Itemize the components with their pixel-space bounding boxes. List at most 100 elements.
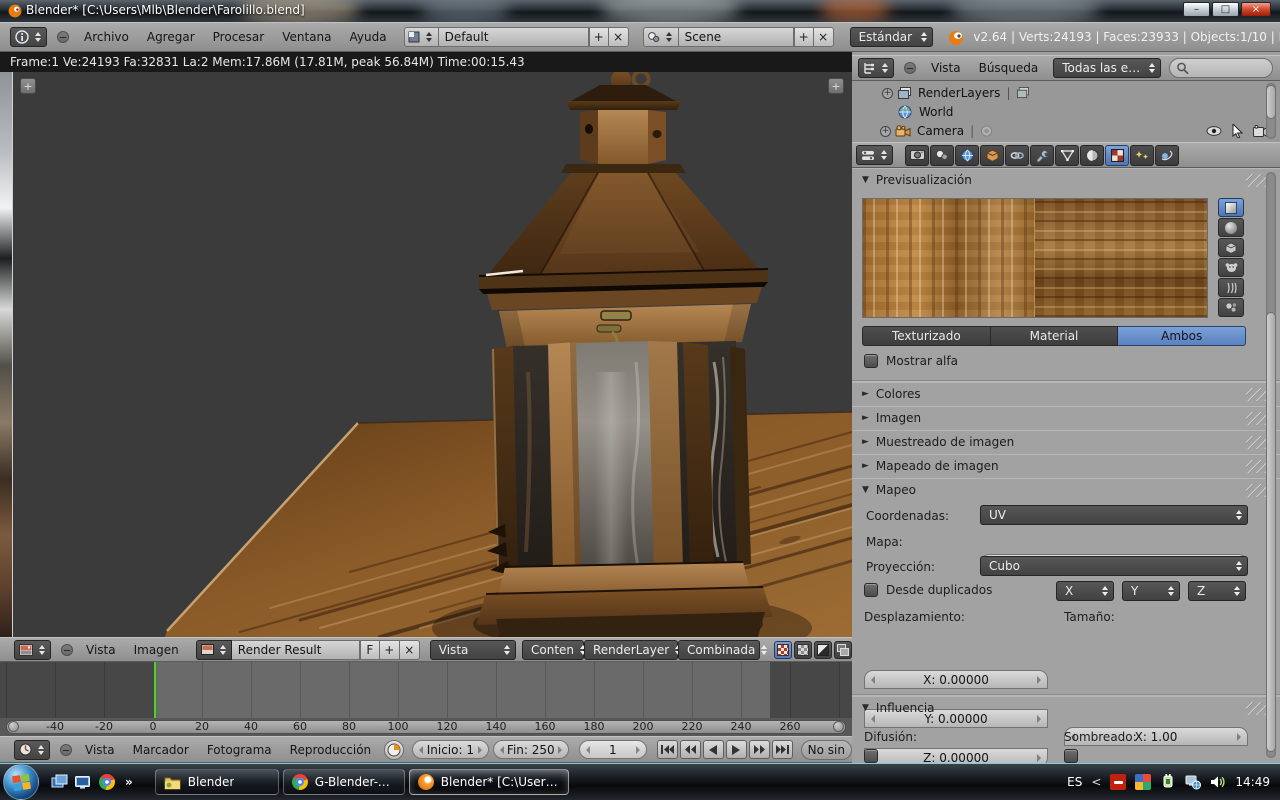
draw-zbuffer-toggle[interactable] (814, 641, 832, 659)
menu-reproduccion[interactable]: Reproducción (281, 743, 381, 757)
outliner-scope-dropdown[interactable]: Todas las escena (1053, 58, 1161, 78)
collapse-menus-button[interactable] (61, 644, 73, 656)
tab-texture-active[interactable] (1105, 145, 1129, 166)
tray-expand-chevron[interactable]: < (1091, 775, 1101, 789)
current-frame-marker[interactable] (154, 662, 156, 718)
preview-monkey-button[interactable] (1218, 258, 1244, 277)
panel-header-imagen[interactable]: ► Imagen (852, 406, 1280, 429)
region-add-button-right[interactable]: + (828, 78, 844, 94)
previous-keyframe-button[interactable] (680, 740, 701, 759)
tab-world[interactable] (955, 145, 979, 166)
ambiente-checkbox[interactable] (1064, 749, 1078, 763)
menu-ayuda[interactable]: Ayuda (341, 30, 396, 44)
panel-header-mapeado[interactable]: ► Mapeado de imagen (852, 454, 1280, 477)
image-browse-button[interactable] (196, 640, 232, 660)
axis-z-dropdown[interactable]: Z (1188, 581, 1246, 601)
image-unlink-button[interactable]: × (400, 640, 420, 660)
preview-hair-button[interactable] (1218, 278, 1244, 297)
render-engine-dropdown[interactable]: Estándar (850, 27, 934, 47)
region-add-button-left[interactable]: + (20, 78, 36, 94)
menu-vista[interactable]: Vista (922, 61, 970, 75)
renderlayer-dropdown[interactable]: RenderLayer (584, 640, 678, 660)
layout-delete-button[interactable]: × (609, 27, 629, 47)
tab-particles[interactable] (1130, 145, 1154, 166)
maximize-button[interactable]: □ (1212, 2, 1239, 17)
current-frame-field[interactable]: 1 (579, 740, 647, 759)
panel-header-influencia[interactable]: ▼ Influencia (852, 696, 1280, 719)
panel-header-colores[interactable]: ► Colores (852, 382, 1280, 405)
start-frame-field[interactable]: Inicio: 1 (412, 740, 488, 759)
tab-physics[interactable] (1155, 145, 1179, 166)
menu-marcador[interactable]: Marcador (124, 743, 198, 757)
play-button[interactable] (726, 740, 747, 759)
tab-object[interactable] (980, 145, 1004, 166)
menu-archivo[interactable]: Archivo (75, 30, 138, 44)
scene-name-field[interactable]: Scene (679, 27, 794, 47)
image-new-button[interactable]: + (380, 640, 400, 660)
draw-image-toggle[interactable] (774, 641, 792, 659)
tab-constraints[interactable] (1005, 145, 1029, 166)
ati-tray-icon[interactable] (1110, 774, 1126, 790)
scene-browse-button[interactable] (643, 27, 679, 47)
scrollbar-thumb[interactable] (1266, 85, 1276, 119)
layout-browse-button[interactable] (404, 27, 439, 47)
preview-range-clock-button[interactable] (384, 740, 404, 760)
quicklaunch-overflow-chevron[interactable]: » (125, 775, 133, 789)
properties-scrollbar[interactable] (1266, 172, 1276, 758)
draw-alpha-toggle[interactable] (794, 641, 812, 659)
render-result-canvas[interactable]: + + (0, 72, 852, 637)
tab-modifiers[interactable] (1030, 145, 1054, 166)
panel-header-muestreado[interactable]: ► Muestreado de imagen (852, 430, 1280, 453)
menu-vista[interactable]: Vista (77, 643, 125, 657)
view-mode-dropdown[interactable]: Vista (430, 640, 516, 660)
menu-fotograma[interactable]: Fotograma (198, 743, 281, 757)
offset-x-field[interactable]: X: 0.00000 (864, 670, 1048, 689)
visibility-eye-icon[interactable] (1206, 126, 1222, 136)
menu-busqueda[interactable]: Búsqueda (970, 61, 1048, 75)
preview-flat-button[interactable] (1218, 198, 1244, 217)
content-dropdown[interactable]: Conten (522, 640, 584, 660)
panel-header-previsualizacion[interactable]: ▼ Previsualización (852, 168, 1280, 191)
preview-sphere-button[interactable] (1218, 218, 1244, 237)
outliner-row-camera[interactable]: + Camera | (852, 121, 1280, 141)
collapse-menus-button[interactable] (60, 744, 72, 756)
editor-type-selector[interactable] (10, 27, 47, 47)
jump-to-end-button[interactable] (772, 740, 793, 759)
axis-x-dropdown[interactable]: X (1056, 581, 1114, 601)
quicklaunch-switcher-icon[interactable] (51, 774, 68, 791)
window-titlebar[interactable]: Blender* [C:\Users\Mlb\Blender\Farolillo… (0, 0, 1280, 22)
draw-border-toggle[interactable] (834, 641, 852, 659)
jump-to-start-button[interactable] (657, 740, 678, 759)
avg-tray-icon[interactable] (1135, 774, 1151, 790)
sync-mode-dropdown[interactable]: No sin (801, 740, 852, 760)
taskbar-app-blender-active[interactable]: Blender* [C:\Users\... (409, 769, 569, 795)
taskbar-app-chrome[interactable]: G-Blender-Ayuda m... (283, 769, 405, 795)
tab-object-data[interactable] (1055, 145, 1079, 166)
coordenadas-dropdown[interactable]: UV (980, 505, 1248, 525)
expand-icon[interactable]: + (880, 126, 891, 137)
scene-add-button[interactable]: + (794, 27, 814, 47)
tab-render[interactable] (905, 145, 929, 166)
outliner-search-input[interactable] (1169, 58, 1273, 78)
mode-ambos-button-active[interactable]: Ambos (1118, 326, 1246, 346)
language-indicator[interactable]: ES (1067, 775, 1082, 789)
menu-vista[interactable]: Vista (76, 743, 124, 757)
scrollbar-bar[interactable] (6, 720, 846, 734)
close-button[interactable]: × (1241, 2, 1271, 17)
scrollbar-left-cap[interactable] (8, 721, 19, 732)
editor-type-selector[interactable] (14, 740, 50, 760)
taskbar-app-blender-folder[interactable]: Blender (155, 769, 279, 795)
start-button[interactable] (3, 764, 39, 800)
intensidad-checkbox[interactable] (864, 749, 878, 763)
proyeccion-dropdown[interactable]: Cubo (980, 556, 1248, 576)
image-name-field[interactable]: Render Result (232, 640, 360, 660)
mode-texturizado-button[interactable]: Texturizado (862, 326, 991, 346)
end-frame-field[interactable]: Fin: 250 (493, 740, 569, 759)
volume-tray-icon[interactable] (1210, 774, 1226, 790)
play-reverse-button[interactable] (703, 740, 724, 759)
show-alpha-checkbox[interactable] (864, 354, 878, 368)
outliner-row-renderlayers[interactable]: + RenderLayers | (852, 83, 1280, 103)
next-keyframe-button[interactable] (749, 740, 770, 759)
preview-cube-button[interactable] (1218, 238, 1244, 257)
menu-ventana[interactable]: Ventana (273, 30, 340, 44)
